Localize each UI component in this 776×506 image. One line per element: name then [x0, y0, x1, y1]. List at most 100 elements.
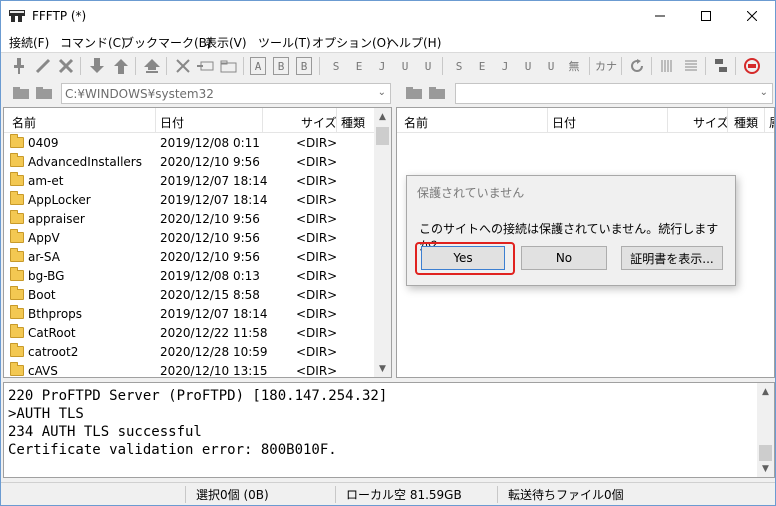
scroll-down-icon[interactable]: ▼ [374, 360, 391, 377]
file-size: <DIR> [296, 326, 338, 340]
mkdir-icon[interactable] [219, 56, 239, 76]
file-size: <DIR> [296, 174, 338, 188]
local-path-text: C:¥WINDOWS¥system32 [65, 87, 214, 101]
local-folder-up-icon[interactable] [12, 85, 30, 100]
toolbar-separator [166, 57, 167, 75]
list-item[interactable]: catroot2 2020/12/28 10:59 <DIR> [4, 343, 374, 362]
log-panel[interactable]: 220 ProFTPD Server (ProFTPD) [180.147.25… [3, 382, 775, 478]
no-conversion-button[interactable]: 無 [564, 56, 584, 76]
local-folder-open-icon[interactable] [35, 85, 53, 100]
column-name[interactable]: 名前 [404, 114, 428, 131]
local-sjis-button[interactable]: S [326, 56, 346, 76]
list-item[interactable]: AdvancedInstallers 2020/12/10 9:56 <DIR> [4, 153, 374, 172]
view-certificate-button[interactable]: 証明書を表示... [621, 246, 723, 270]
menu-help[interactable]: ヘルプ(H) [387, 34, 441, 51]
local-euc-button[interactable]: E [349, 56, 369, 76]
column-type[interactable]: 種類 [341, 114, 365, 131]
scroll-thumb[interactable] [376, 127, 389, 145]
remote-euc-button[interactable]: E [472, 56, 492, 76]
close-button[interactable] [729, 1, 775, 31]
list-item[interactable]: AppV 2020/12/10 9:56 <DIR> [4, 229, 374, 248]
log-line: Certificate validation error: 800B010F. [8, 442, 337, 458]
quick-connect-icon[interactable] [33, 56, 53, 76]
column-divider[interactable] [727, 108, 728, 133]
local-utf8-bom-button[interactable]: U [418, 56, 438, 76]
list-item[interactable]: cAVS 2020/12/10 13:15 <DIR> [4, 362, 374, 378]
local-jis-button[interactable]: J [372, 56, 392, 76]
list-item[interactable]: 0409 2019/12/08 0:11 <DIR> [4, 134, 374, 153]
list-item[interactable]: Boot 2020/12/15 8:58 <DIR> [4, 286, 374, 305]
local-utf8-button[interactable]: U [395, 56, 415, 76]
menu-tools[interactable]: ツール(T) [258, 34, 311, 51]
refresh-icon[interactable] [627, 56, 647, 76]
remote-jis-button[interactable]: J [495, 56, 515, 76]
scroll-up-icon[interactable]: ▲ [374, 108, 391, 125]
no-button[interactable]: No [521, 246, 607, 270]
column-attr[interactable]: 属 [769, 114, 774, 131]
remote-folder-open-icon[interactable] [428, 85, 446, 100]
log-scrollbar[interactable]: ▲ ▼ [757, 383, 774, 477]
file-size: <DIR> [296, 193, 338, 207]
file-date: 2020/12/10 9:56 [160, 231, 260, 245]
list-item[interactable]: CatRoot 2020/12/22 11:58 <DIR> [4, 324, 374, 343]
column-type[interactable]: 種類 [734, 114, 758, 131]
binary-mode-button[interactable]: B [273, 57, 289, 75]
menu-connect[interactable]: 接続(F) [9, 34, 49, 51]
list-item[interactable]: appraiser 2020/12/10 9:56 <DIR> [4, 210, 374, 229]
column-divider[interactable] [667, 108, 668, 133]
scroll-down-icon[interactable]: ▼ [757, 460, 774, 477]
disconnect-icon[interactable] [56, 56, 76, 76]
column-divider[interactable] [336, 108, 337, 133]
file-size: <DIR> [296, 288, 338, 302]
column-size[interactable]: サイズ [301, 114, 337, 131]
column-divider[interactable] [547, 108, 548, 133]
folder-icon [10, 267, 24, 281]
local-scrollbar[interactable]: ▲ ▼ [374, 108, 391, 377]
column-divider[interactable] [262, 108, 263, 133]
list-item[interactable]: ar-SA 2020/12/10 9:56 <DIR> [4, 248, 374, 267]
file-name: Bthprops [28, 307, 83, 321]
list-view-icon[interactable] [657, 56, 677, 76]
remote-path-combo[interactable]: ⌄ [455, 83, 773, 104]
upload-icon[interactable] [111, 56, 131, 76]
list-item[interactable]: Bthprops 2019/12/07 18:14 <DIR> [4, 305, 374, 324]
menu-command[interactable]: コマンド(C) [60, 34, 126, 51]
connect-icon[interactable] [9, 56, 29, 76]
mirror-upload-icon[interactable] [142, 56, 162, 76]
ascii-mode-button[interactable]: A [250, 57, 266, 75]
file-date: 2020/12/28 10:59 [160, 345, 268, 359]
remote-utf8-bom-button[interactable]: U [541, 56, 561, 76]
column-date[interactable]: 日付 [160, 114, 184, 131]
remote-utf8-button[interactable]: U [518, 56, 538, 76]
kana-button[interactable]: カナ [594, 56, 618, 76]
rename-icon[interactable] [196, 56, 216, 76]
auto-mode-button[interactable]: B [296, 57, 312, 75]
column-date[interactable]: 日付 [552, 114, 576, 131]
local-path-combo[interactable]: C:¥WINDOWS¥system32 ⌄ [61, 83, 391, 104]
delete-icon[interactable] [173, 56, 193, 76]
column-divider[interactable] [155, 108, 156, 133]
file-size: <DIR> [296, 364, 338, 378]
detail-view-icon[interactable] [681, 56, 701, 76]
column-size[interactable]: サイズ [693, 114, 729, 131]
scroll-up-icon[interactable]: ▲ [757, 383, 774, 400]
menu-options[interactable]: オプション(O) [312, 34, 391, 51]
menu-view[interactable]: 表示(V) [205, 34, 247, 51]
list-item[interactable]: AppLocker 2019/12/07 18:14 <DIR> [4, 191, 374, 210]
local-file-list[interactable]: 名前 日付 サイズ 種類 0409 2019/12/08 0:11 <DIR> Adv… [3, 107, 392, 378]
list-item[interactable]: am-et 2019/12/07 18:14 <DIR> [4, 172, 374, 191]
file-size: <DIR> [296, 269, 338, 283]
menu-bookmark[interactable]: ブックマーク(B) [122, 34, 212, 51]
minimize-button[interactable] [637, 1, 683, 31]
scroll-thumb[interactable] [759, 445, 772, 461]
maximize-button[interactable] [683, 1, 729, 31]
remote-folder-up-icon[interactable] [405, 85, 423, 100]
download-icon[interactable] [87, 56, 107, 76]
list-item[interactable]: bg-BG 2019/12/08 0:13 <DIR> [4, 267, 374, 286]
stop-icon[interactable] [742, 56, 762, 76]
remote-sjis-button[interactable]: S [449, 56, 469, 76]
column-name[interactable]: 名前 [12, 114, 36, 131]
column-divider[interactable] [764, 108, 765, 133]
file-date: 2020/12/10 9:56 [160, 250, 260, 264]
sync-icon[interactable] [711, 56, 731, 76]
